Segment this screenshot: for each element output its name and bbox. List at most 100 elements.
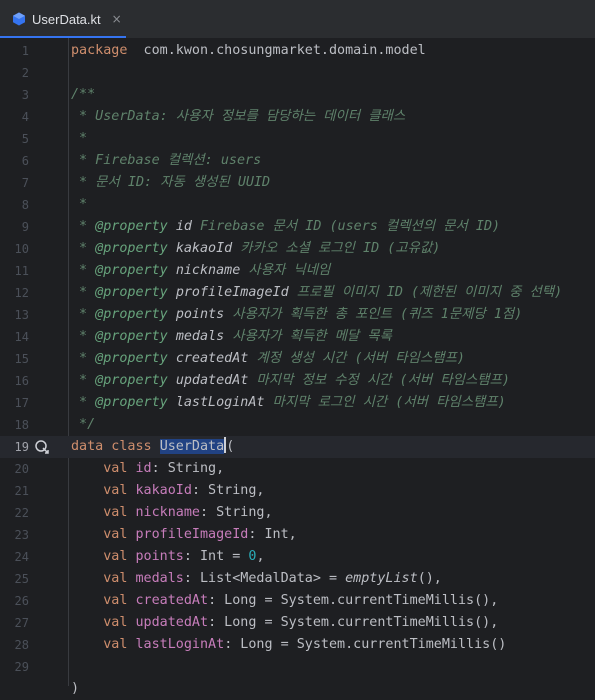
code-token: profileImageId xyxy=(175,285,289,300)
code-line[interactable]: 18 */ xyxy=(0,414,595,436)
code-text: * @property createdAt 계정 생성 시간 (서버 타임스탬프… xyxy=(71,348,465,370)
implementations-icon[interactable] xyxy=(34,439,50,455)
code-line[interactable]: 29 xyxy=(0,656,595,678)
code-text: * UserData: 사용자 정보를 담당하는 데이터 클래스 xyxy=(71,106,405,128)
code-text: * Firebase 컬렉션: users xyxy=(71,150,261,172)
code-line[interactable]: 3 /** xyxy=(0,84,595,106)
code-line[interactable]: 13 * @property points 사용자가 획득한 총 포인트 (퀴즈… xyxy=(0,304,595,326)
tab-userdata-kt[interactable]: UserData.kt × xyxy=(0,0,126,39)
code-token: 사용자가 획득한 총 포인트 (퀴즈 1문제당 1점) xyxy=(224,307,523,322)
line-number: 3 xyxy=(21,88,29,102)
line-number: 18 xyxy=(14,418,29,432)
code-token: ( xyxy=(226,439,235,454)
line-number: 26 xyxy=(14,594,29,608)
code-line[interactable]: 17 * @property lastLoginAt 마지막 로그인 시간 (서… xyxy=(0,392,595,414)
code-token: 프로필 이미지 ID (제한된 이미지 중 선택) xyxy=(288,285,563,300)
line-number: 2 xyxy=(21,66,29,80)
line-number: 9 xyxy=(21,220,29,234)
code-line[interactable]: 27 val updatedAt: Long = System.currentT… xyxy=(0,612,595,634)
code-token: */ xyxy=(71,417,96,432)
code-text: val kakaoId: String, xyxy=(71,480,265,502)
code-token: ) xyxy=(71,681,80,696)
code-line[interactable]: 20 val id: String, xyxy=(0,458,595,480)
code-token: @property xyxy=(95,263,168,278)
line-number: 7 xyxy=(21,176,29,190)
line-number: 25 xyxy=(14,572,29,586)
code-editor[interactable]: 1 package com.kwon.chosungmarket.domain.m… xyxy=(0,38,595,696)
code-line[interactable]: 10 * @property kakaoId 카카오 소셜 로그인 ID (고유… xyxy=(0,238,595,260)
code-line[interactable]: 25 val medals: List<MedalData> = emptyLi… xyxy=(0,568,595,590)
code-text: * @property kakaoId 카카오 소셜 로그인 ID (고유값) xyxy=(71,238,440,260)
code-token: * xyxy=(71,307,96,322)
code-token: 사용자가 획득한 메달 목록 xyxy=(224,329,392,344)
code-token: package xyxy=(71,43,128,58)
code-line[interactable]: 7 * 문서 ID: 자동 생성된 UUID xyxy=(0,172,595,194)
code-line[interactable]: 21 val kakaoId: String, xyxy=(0,480,595,502)
code-token: , xyxy=(256,549,265,564)
code-line[interactable]: 6 * Firebase 컬렉션: users xyxy=(0,150,595,172)
code-token: medals xyxy=(135,571,184,586)
tab-title: UserData.kt xyxy=(32,11,101,27)
code-text: * 문서 ID: 자동 생성된 UUID xyxy=(71,172,270,194)
code-line[interactable]: 19 data class UserData( xyxy=(0,436,595,458)
code-line[interactable]: 24 val points: Int = 0, xyxy=(0,546,595,568)
code-token: * xyxy=(71,131,88,146)
code-token: id xyxy=(175,219,192,234)
code-line[interactable]: 8 * xyxy=(0,194,595,216)
code-token: : String, xyxy=(200,505,273,520)
code-line[interactable]: 1 package com.kwon.chosungmarket.domain.m… xyxy=(0,40,595,62)
code-token: : Long = System.currentTimeMillis(), xyxy=(208,593,499,608)
close-icon[interactable]: × xyxy=(112,12,122,26)
code-line[interactable]: 26 val createdAt: Long = System.currentT… xyxy=(0,590,595,612)
code-token: @property xyxy=(95,241,168,256)
line-number: 12 xyxy=(14,286,29,300)
code-token: createdAt xyxy=(175,351,249,366)
code-line[interactable]: 9 * @property id Firebase 문서 ID (users 컬… xyxy=(0,216,595,238)
code-token: val xyxy=(103,461,136,476)
code-line[interactable]: 22 val nickname: String, xyxy=(0,502,595,524)
code-text: val nickname: String, xyxy=(71,502,273,524)
code-line[interactable]: 2 xyxy=(0,62,595,84)
code-token: * xyxy=(71,241,96,256)
code-token: : String, xyxy=(191,483,265,498)
code-token: * Firebase 컬렉션: users xyxy=(71,153,262,168)
code-line[interactable]: 16 * @property updatedAt 마지막 정보 수정 시간 (서… xyxy=(0,370,595,392)
code-token: data class xyxy=(71,439,160,454)
code-line[interactable]: 11 * @property nickname 사용자 닉네임 xyxy=(0,260,595,282)
code-line[interactable]: 23 val profileImageId: Int, xyxy=(0,524,595,546)
code-line[interactable]: 28 val lastLoginAt: Long = System.curren… xyxy=(0,634,595,656)
code-token: points xyxy=(175,307,225,322)
line-number: 21 xyxy=(14,484,29,498)
code-token: @property xyxy=(95,395,168,410)
code-token: @property xyxy=(95,219,168,234)
code-text: * xyxy=(71,128,87,150)
code-line[interactable]: 4 * UserData: 사용자 정보를 담당하는 데이터 클래스 xyxy=(0,106,595,128)
code-line[interactable]: 12 * @property profileImageId 프로필 이미지 ID… xyxy=(0,282,595,304)
code-token: : Int, xyxy=(248,527,297,542)
editor-tab-bar: UserData.kt × xyxy=(0,0,595,39)
code-text: val createdAt: Long = System.currentTime… xyxy=(71,590,498,612)
code-line[interactable]: 5 * xyxy=(0,128,595,150)
code-token: * UserData: 사용자 정보를 담당하는 데이터 클래스 xyxy=(71,109,406,124)
code-token: 계정 생성 시간 (서버 타임스탬프) xyxy=(248,351,465,366)
code-token: @property xyxy=(95,307,168,322)
code-line[interactable]: 14 * @property medals 사용자가 획득한 메달 목록 xyxy=(0,326,595,348)
code-token: 마지막 로그인 시간 (서버 타임스탬프) xyxy=(264,395,506,410)
code-line[interactable]: 15 * @property createdAt 계정 생성 시간 (서버 타임… xyxy=(0,348,595,370)
code-token: kakaoId xyxy=(135,483,192,498)
code-text: * xyxy=(71,194,87,216)
code-token: Firebase 문서 ID (users 컬렉션의 문서 ID) xyxy=(191,219,501,234)
code-line[interactable]: ) xyxy=(0,678,595,700)
code-token: val xyxy=(103,505,136,520)
